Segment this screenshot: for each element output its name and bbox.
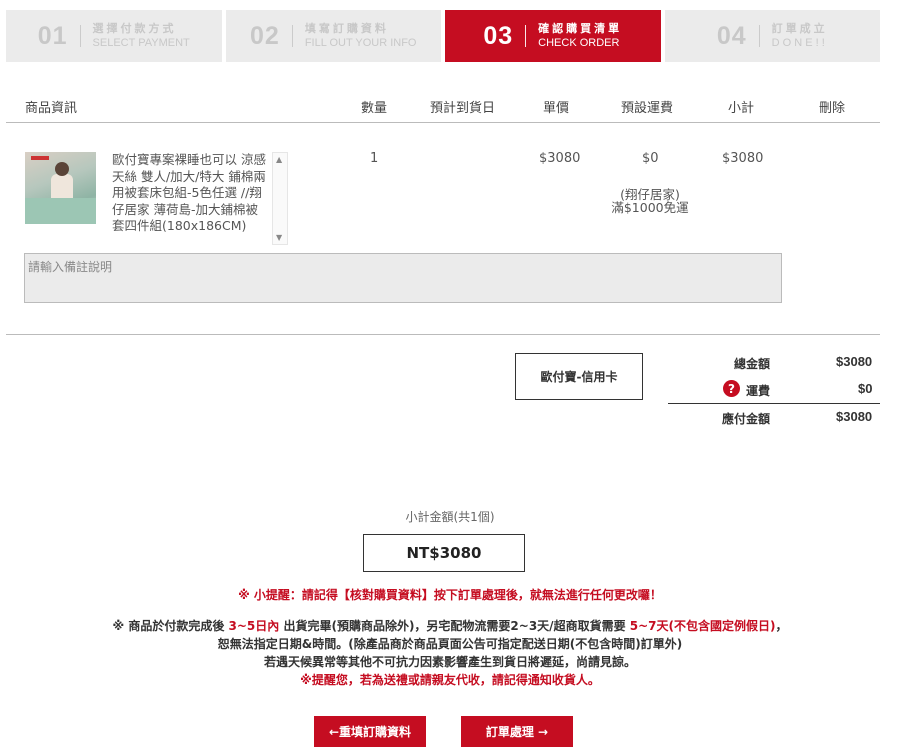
header-eta: 預計到貨日 [430, 101, 496, 116]
header-shipping: 預設運費 [621, 101, 674, 116]
step-number: 01 [37, 21, 68, 50]
step-number: 02 [250, 21, 280, 50]
header-product: 商品資訊 [25, 101, 78, 116]
payment-method-box: 歐付寶-信用卡 [515, 353, 643, 400]
step-number: 03 [483, 21, 514, 50]
step-title: 選擇付款方式 [92, 22, 177, 35]
payable-label: 應付金額 [722, 412, 771, 426]
item-subtotal: $3080 [722, 151, 764, 166]
shipping-notice: ※ 商品於付款完成後 3~5日內 出貨完畢(預購商品除外)，另宅配物流需要2~3… [112, 619, 788, 633]
product-name[interactable]: 歐付寶專案裸睡也可以 涼感天絲 雙人/加大/特大 鋪棉兩用被套床包組-5色任選 … [112, 152, 268, 235]
total-label: 總金額 [734, 357, 771, 371]
item-quantity: 1 [370, 151, 379, 166]
step-fill-info: 02 填寫訂購資料 FILL OUT YOUR INFO [225, 10, 441, 62]
item-shipping-note: (翔仔居家) 滿$1000免運 [600, 188, 700, 214]
step-title: 訂單成立 [771, 22, 828, 35]
summary-divider [668, 403, 880, 404]
remark-input[interactable]: 請輸入備註說明 [24, 253, 782, 303]
warning-notice: ※ 小提醒：請記得【核對購買資料】按下訂單處理後，就無法進行任何更改囉！ [238, 588, 662, 602]
step-title: 填寫訂購資料 [304, 22, 389, 35]
header-quantity: 數量 [361, 101, 388, 116]
total-value: $3080 [836, 354, 873, 369]
refill-order-button[interactable]: ←重填訂購資料 [314, 716, 426, 747]
step-divider [291, 25, 293, 47]
shipping-value: $0 [858, 381, 873, 396]
step-divider [79, 25, 81, 47]
step-number: 04 [716, 21, 747, 50]
step-divider [758, 25, 760, 47]
item-unit-price: $3080 [539, 151, 581, 166]
payable-value: $3080 [836, 409, 873, 424]
subtotal-amount: NT$3080 [363, 534, 525, 572]
step-check-order: 03 確認購買清單 CHECK ORDER [445, 10, 661, 62]
delay-notice: 若遇天候異常等其他不可抗力因素影響產生到貨日將遲延，尚請見諒。 [263, 655, 636, 669]
step-divider [525, 25, 527, 47]
step-done: 04 訂單成立 D O N E ! ! [664, 10, 880, 62]
product-name-scrollbar[interactable]: ▲ ▼ [272, 152, 288, 245]
question-icon[interactable]: ? [723, 380, 740, 397]
step-select-payment: 01 選擇付款方式 SELECT PAYMENT [6, 10, 222, 62]
checkout-steps: 01 選擇付款方式 SELECT PAYMENT 02 填寫訂購資料 FILL … [6, 10, 880, 62]
gift-notice: ※提醒您，若為送禮或請親友代收，請記得通知收貨人。 [300, 673, 600, 687]
delivery-date-notice: 恕無法指定日期&時間。(除產品商於商品頁面公告可指定配送日期(不包含時間)訂單外… [217, 637, 683, 651]
step-subtitle: SELECT PAYMENT [92, 37, 190, 49]
header-delete: 刪除 [819, 101, 846, 116]
step-subtitle: D O N E ! ! [771, 37, 825, 49]
header-unit-price: 單價 [543, 101, 570, 116]
cart-table-header: 商品資訊 數量 預計到貨日 單價 預設運費 小計 刪除 [6, 97, 880, 123]
item-shipping-fee: $0 [642, 151, 659, 166]
header-subtotal: 小計 [728, 101, 755, 116]
step-subtitle: CHECK ORDER [538, 37, 620, 49]
product-thumbnail[interactable] [25, 152, 96, 224]
subtotal-label: 小計金額(共1個) [405, 510, 495, 524]
section-divider [6, 334, 880, 335]
free-shipping-threshold: 滿$1000免運 [611, 200, 689, 215]
step-title: 確認購買清單 [538, 22, 623, 35]
step-subtitle: FILL OUT YOUR INFO [304, 37, 417, 49]
scroll-down-icon[interactable]: ▼ [276, 233, 282, 242]
process-order-button[interactable]: 訂單處理 → [461, 716, 573, 747]
scroll-up-icon[interactable]: ▲ [276, 155, 282, 164]
shipping-label: 運費 [746, 384, 771, 398]
